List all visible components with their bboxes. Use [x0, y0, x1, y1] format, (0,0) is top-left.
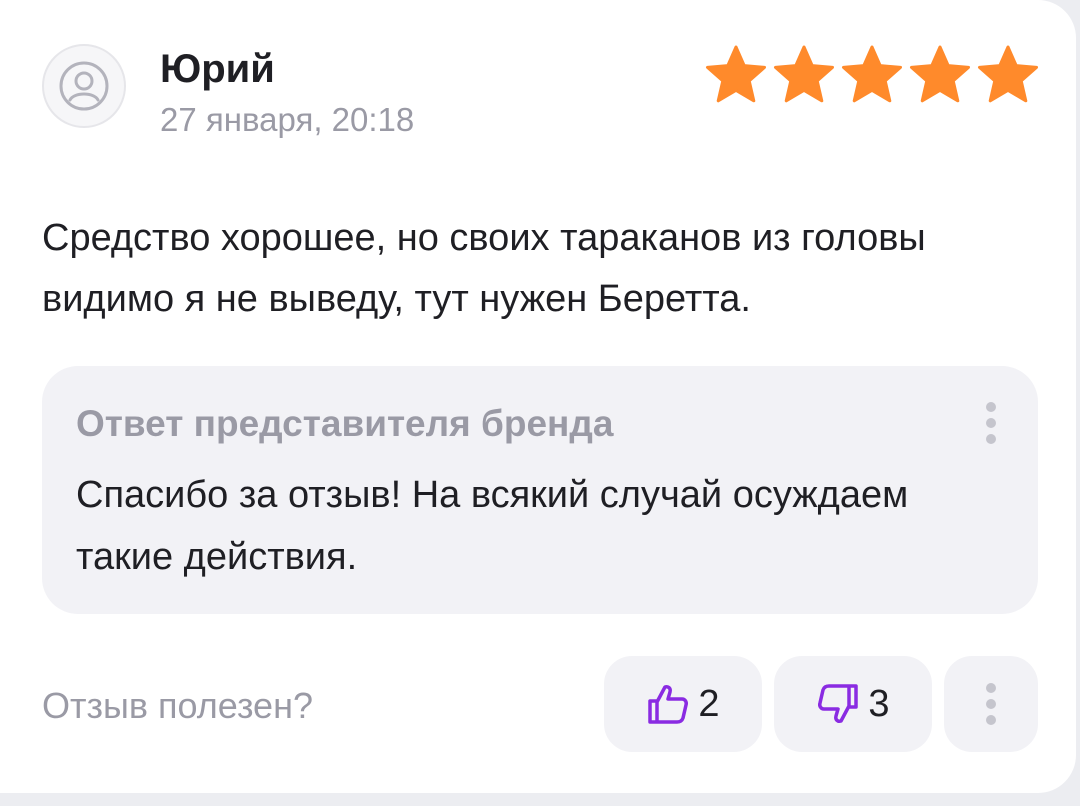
user-avatar-icon	[42, 44, 126, 128]
thumbs-down-icon	[818, 684, 859, 723]
star-icon	[910, 45, 970, 103]
brand-reply-text: Спасибо за отзыв! На всякий случай осужд…	[76, 474, 909, 578]
more-options-button[interactable]	[944, 656, 1038, 752]
dislike-count: 3	[868, 683, 890, 725]
like-button[interactable]: 2	[604, 656, 762, 752]
review-card: Юрий 27 января, 20:18 Средство хорошее, …	[0, 0, 1076, 793]
dislike-button[interactable]: 3	[774, 656, 932, 752]
review-date: 27 января, 20:18	[160, 101, 415, 138]
review-text: Средство хорошее, но своих тараканов из …	[42, 217, 926, 320]
star-icon	[978, 45, 1038, 103]
star-rating	[704, 44, 1040, 106]
thumbs-up-icon	[648, 685, 689, 724]
brand-reply-title: Ответ представителя бренда	[76, 403, 614, 444]
star-icon	[706, 45, 766, 103]
star-icon	[774, 45, 834, 103]
more-vertical-icon[interactable]	[976, 398, 1006, 448]
helpful-question: Отзыв полезен?	[42, 685, 313, 726]
star-icon	[842, 45, 902, 103]
brand-reply: Ответ представителя бренда Спасибо за от…	[42, 366, 1038, 614]
review-author: Юрий	[160, 47, 275, 91]
more-vertical-icon	[986, 683, 996, 725]
like-count: 2	[698, 683, 720, 725]
